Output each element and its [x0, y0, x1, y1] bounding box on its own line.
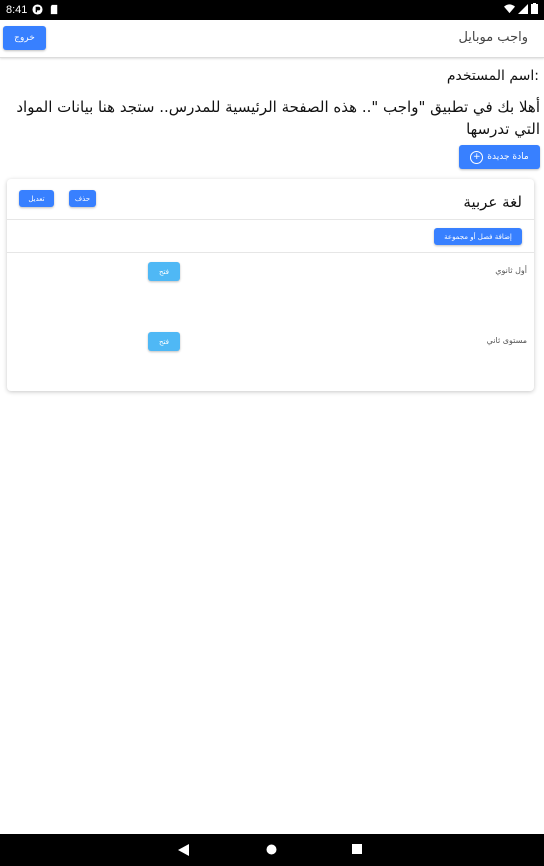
wifi-icon [504, 4, 515, 14]
app-header: خروج واجب موبايل [0, 20, 544, 58]
signal-icon [518, 4, 528, 14]
delete-button[interactable]: حذف [69, 190, 96, 207]
home-icon[interactable] [266, 844, 277, 855]
notification-icon [32, 4, 43, 15]
add-circle-icon: + [470, 150, 484, 164]
group-name: أول ثانوي [495, 266, 527, 275]
system-nav-bar [0, 834, 544, 866]
divider [7, 252, 534, 253]
sd-card-icon [50, 4, 58, 15]
subject-card: تعديل حذف لغة عربية إضافة فصل أو مجموعة … [7, 179, 534, 391]
logout-button[interactable]: خروج [3, 26, 46, 50]
username-label: اسم المستخدم: [446, 68, 539, 84]
open-group-button[interactable]: فتح [148, 262, 180, 281]
app-title: واجب موبايل [458, 30, 528, 45]
group-name: مستوى ثاني [486, 336, 527, 345]
add-class-button[interactable]: إضافة فصل أو مجموعة [434, 228, 522, 245]
new-subject-label: مادة جديدة [487, 152, 529, 162]
divider [7, 219, 534, 220]
battery-icon [531, 3, 538, 14]
open-group-button[interactable]: فتح [148, 332, 180, 351]
status-bar: 8:41 [0, 0, 544, 20]
welcome-text: أهلا بك في تطبيق "واجب ".. هذه الصفحة ال… [16, 98, 540, 138]
recents-icon[interactable] [352, 844, 362, 854]
edit-button[interactable]: تعديل [19, 190, 54, 207]
back-icon[interactable] [178, 844, 189, 856]
status-time: 8:41 [6, 4, 28, 16]
new-subject-button[interactable]: + مادة جديدة [459, 145, 540, 169]
subject-title: لغة عربية [463, 193, 522, 211]
